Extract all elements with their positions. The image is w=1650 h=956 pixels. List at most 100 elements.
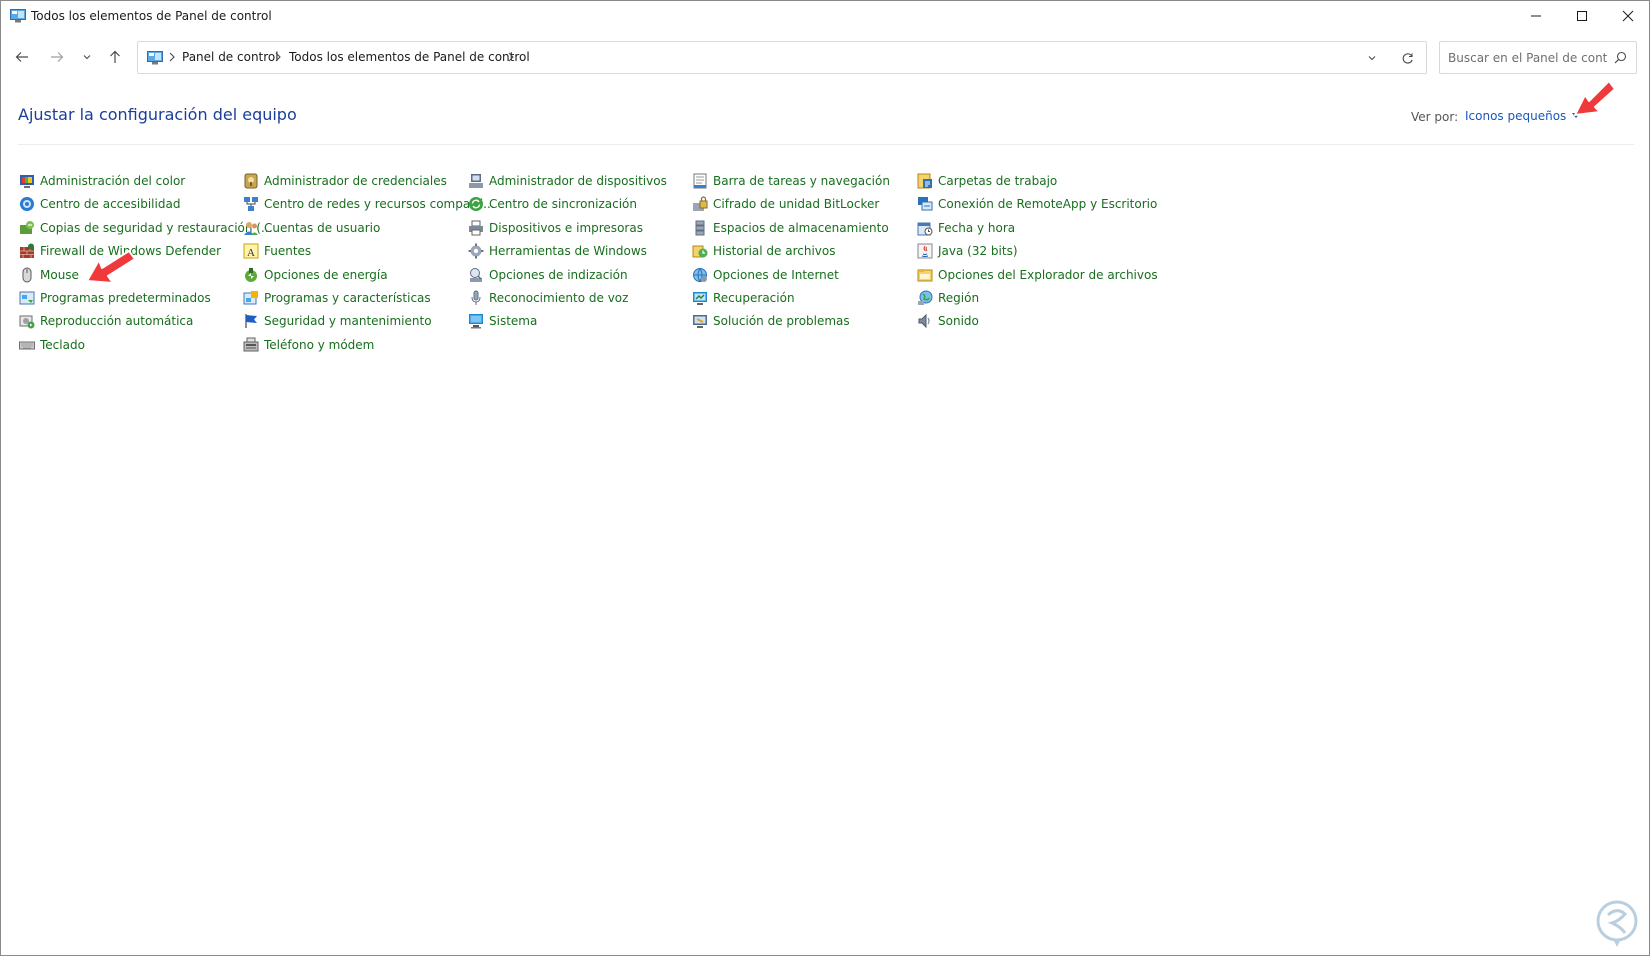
item-indexing[interactable]: Opciones de indización bbox=[468, 266, 628, 284]
refresh-button[interactable] bbox=[1395, 47, 1419, 69]
item-label: Carpetas de trabajo bbox=[938, 174, 1058, 188]
phone-modem-icon bbox=[243, 337, 259, 352]
item-label: Administrador de dispositivos bbox=[489, 174, 667, 188]
sync-center-icon bbox=[469, 197, 483, 212]
search-input[interactable] bbox=[1448, 48, 1608, 68]
item-default-programs[interactable]: Programas predeterminados bbox=[19, 289, 211, 307]
item-java[interactable]: Java (32 bits) bbox=[917, 242, 1018, 260]
address-history-button[interactable] bbox=[1360, 47, 1384, 69]
chevron-right-icon[interactable] bbox=[167, 51, 177, 63]
sound-icon bbox=[918, 314, 930, 329]
item-bitlocker[interactable]: Cifrado de unidad BitLocker bbox=[692, 195, 879, 213]
maximize-icon bbox=[1577, 11, 1587, 21]
breadcrumb-control-panel[interactable]: Panel de control bbox=[182, 50, 279, 64]
network-center-icon bbox=[244, 197, 258, 212]
item-backup-restore[interactable]: Copias de seguridad y restauración (... bbox=[19, 219, 272, 237]
item-device-manager[interactable]: Administrador de dispositivos bbox=[468, 172, 667, 190]
item-label: Barra de tareas y navegación bbox=[713, 174, 890, 188]
item-color-management[interactable]: Administración del color bbox=[19, 172, 185, 190]
item-label: Opciones del Explorador de archivos bbox=[938, 267, 1158, 282]
security-flag-icon bbox=[245, 314, 257, 329]
item-label: Sistema bbox=[489, 314, 538, 329]
maximize-button[interactable] bbox=[1559, 1, 1605, 31]
item-troubleshooting[interactable]: Solución de problemas bbox=[692, 312, 850, 330]
item-sound[interactable]: Sonido bbox=[917, 312, 979, 330]
item-system[interactable]: Sistema bbox=[468, 312, 537, 330]
chevron-down-icon bbox=[1368, 56, 1376, 61]
item-label: Cifrado de unidad BitLocker bbox=[713, 197, 880, 212]
close-button[interactable] bbox=[1605, 1, 1650, 31]
troubleshooting-icon bbox=[693, 315, 707, 329]
breadcrumb-all-items[interactable]: Todos los elementos de Panel de control bbox=[289, 50, 530, 64]
item-printer[interactable]: Dispositivos e impresoras bbox=[468, 219, 643, 237]
item-keyboard[interactable]: Teclado bbox=[19, 336, 85, 354]
item-user-accounts[interactable]: Cuentas de usuario bbox=[243, 219, 380, 237]
search-box[interactable] bbox=[1439, 41, 1637, 74]
item-storage-spaces[interactable]: Espacios de almacenamiento bbox=[692, 219, 889, 237]
arrow-left-icon bbox=[15, 52, 28, 62]
svg-text:A: A bbox=[247, 247, 255, 259]
up-button[interactable] bbox=[103, 45, 127, 69]
back-button[interactable] bbox=[10, 45, 34, 69]
item-internet-options[interactable]: Opciones de Internet bbox=[692, 266, 839, 284]
keyboard-icon bbox=[19, 341, 35, 350]
item-mouse[interactable]: Mouse bbox=[19, 266, 79, 284]
item-taskbar[interactable]: Barra de tareas y navegación bbox=[692, 172, 890, 190]
item-power-options[interactable]: Opciones de energía bbox=[243, 266, 388, 284]
item-label: Cuentas de usuario bbox=[264, 220, 381, 235]
arrow-right-icon bbox=[51, 52, 64, 62]
item-credential-manager[interactable]: Administrador de credenciales bbox=[243, 172, 447, 190]
item-autoplay[interactable]: Reproducción automática bbox=[19, 312, 193, 330]
item-label: Conexión de RemoteApp y Escritorio bbox=[938, 197, 1158, 212]
item-accessibility[interactable]: Centro de accesibilidad bbox=[19, 195, 180, 213]
work-folders-icon bbox=[917, 173, 932, 189]
header-divider bbox=[18, 144, 1634, 145]
file-history-icon bbox=[692, 245, 708, 258]
item-label: Centro de sincronización bbox=[489, 197, 637, 212]
programs-features-icon bbox=[243, 291, 258, 305]
date-time-icon bbox=[917, 222, 933, 236]
item-recovery[interactable]: Recuperación bbox=[692, 289, 795, 307]
item-label: Administración del color bbox=[40, 174, 186, 188]
refresh-icon bbox=[1402, 52, 1413, 64]
recent-locations-button[interactable] bbox=[75, 45, 99, 69]
item-label: Sonido bbox=[938, 314, 979, 329]
search-icon[interactable] bbox=[1614, 51, 1627, 64]
internet-options-icon bbox=[693, 267, 707, 283]
item-windows-tools[interactable]: Herramientas de Windows bbox=[468, 242, 647, 260]
control-panel-icon bbox=[10, 9, 26, 23]
user-accounts-icon bbox=[244, 221, 258, 235]
minimize-button[interactable] bbox=[1513, 1, 1559, 31]
forward-button[interactable] bbox=[45, 45, 69, 69]
item-label: Centro de redes y recursos comparti... bbox=[264, 197, 495, 212]
item-phone-modem[interactable]: Teléfono y módem bbox=[243, 336, 374, 354]
minimize-icon bbox=[1531, 15, 1541, 17]
item-date-time[interactable]: Fecha y hora bbox=[917, 219, 1015, 237]
chevron-right-icon[interactable] bbox=[506, 51, 516, 63]
view-by-dropdown[interactable]: Iconos pequeños bbox=[1465, 109, 1581, 123]
bitlocker-icon bbox=[693, 196, 708, 212]
chevron-down-icon bbox=[83, 55, 91, 60]
item-remoteapp[interactable]: Conexión de RemoteApp y Escritorio bbox=[917, 195, 1157, 213]
item-explorer-options[interactable]: Opciones del Explorador de archivos bbox=[917, 266, 1158, 284]
item-programs-features[interactable]: Programas y características bbox=[243, 289, 431, 307]
item-microphone[interactable]: Reconocimiento de voz bbox=[468, 289, 628, 307]
window-title: Todos los elementos de Panel de control bbox=[31, 9, 272, 23]
item-label: Programas predeterminados bbox=[40, 291, 211, 305]
item-sync-center[interactable]: Centro de sincronización bbox=[468, 195, 637, 213]
printer-icon bbox=[469, 220, 483, 236]
item-label: Reproducción automática bbox=[40, 314, 194, 329]
address-bar[interactable]: Panel de control Todos los elementos de … bbox=[137, 41, 1427, 74]
arrow-up-icon bbox=[110, 50, 120, 63]
item-label: Recuperación bbox=[713, 291, 795, 305]
item-network-center[interactable]: Centro de redes y recursos comparti... bbox=[243, 195, 495, 213]
item-label: Mouse bbox=[40, 267, 79, 282]
item-file-history[interactable]: Historial de archivos bbox=[692, 242, 836, 260]
annotation-arrow-icon bbox=[1574, 80, 1616, 116]
title-bar: Todos los elementos de Panel de control bbox=[1, 1, 1649, 31]
item-region[interactable]: Región bbox=[917, 289, 979, 307]
item-work-folders[interactable]: Carpetas de trabajo bbox=[917, 172, 1057, 190]
chevron-right-icon[interactable] bbox=[273, 51, 283, 63]
item-security-flag[interactable]: Seguridad y mantenimiento bbox=[243, 312, 432, 330]
item-fonts[interactable]: A Fuentes bbox=[243, 242, 311, 260]
